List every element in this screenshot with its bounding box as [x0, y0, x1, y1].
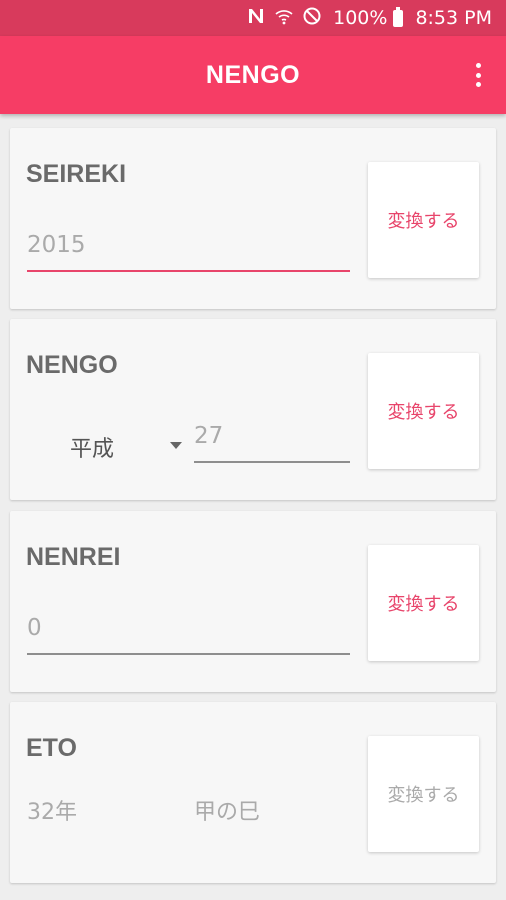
seireki-card: SEIREKI 2015 変換する: [10, 128, 496, 309]
era-dropdown[interactable]: 平成: [70, 429, 182, 465]
nenrei-convert-button[interactable]: 変換する: [368, 545, 479, 661]
nenrei-input-value: 0: [27, 615, 42, 641]
nenrei-title: NENREI: [26, 543, 121, 571]
nengo-input-underline: [194, 461, 350, 463]
status-bar: 100% 8:53 PM: [0, 0, 506, 36]
app-bar: NENGO: [0, 36, 506, 114]
seireki-input-underline: [27, 270, 350, 272]
nenrei-card: NENREI 0 変換する: [10, 511, 496, 692]
clock: 8:53 PM: [415, 7, 492, 29]
nengo-title: NENGO: [26, 351, 118, 379]
do-not-disturb-icon: [303, 7, 321, 29]
era-selected: 平成: [70, 437, 115, 462]
overflow-menu-icon[interactable]: [474, 63, 482, 87]
wifi-icon: [275, 7, 293, 29]
nenrei-input-underline: [27, 653, 350, 655]
eto-year-value: 32年: [27, 800, 77, 825]
nengo-year-input[interactable]: 27: [194, 423, 350, 463]
app-title: NENGO: [205, 60, 301, 89]
nenrei-input[interactable]: 0: [27, 615, 350, 655]
battery-icon: [393, 6, 404, 27]
nengo-convert-button[interactable]: 変換する: [368, 353, 479, 469]
seireki-title: SEIREKI: [26, 160, 127, 188]
seireki-input[interactable]: 2015: [27, 232, 350, 272]
seireki-convert-button[interactable]: 変換する: [368, 162, 479, 278]
seireki-input-value: 2015: [27, 232, 86, 258]
dropdown-caret-icon: [170, 442, 182, 449]
battery-percent: 100%: [333, 7, 388, 29]
nfc-icon: [247, 7, 265, 29]
eto-title: ETO: [26, 734, 77, 762]
nengo-card: NENGO 平成 27 変換する: [10, 319, 496, 500]
eto-convert-button[interactable]: 変換する: [368, 736, 479, 852]
eto-value: 甲の巳: [194, 800, 261, 825]
eto-card: ETO 32年 甲の巳 変換する: [10, 702, 496, 883]
nengo-input-value: 27: [194, 423, 224, 449]
